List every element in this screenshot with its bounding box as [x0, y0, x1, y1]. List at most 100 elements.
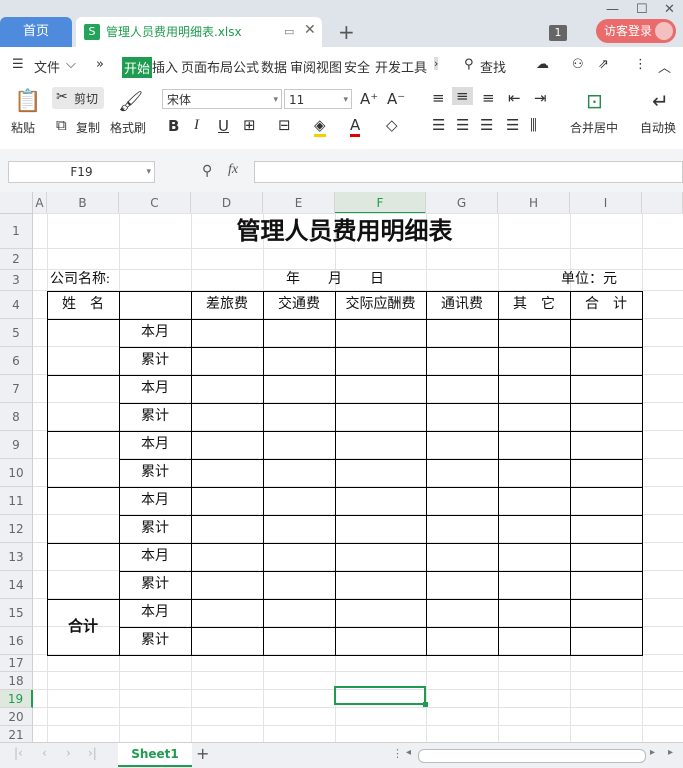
name-box[interactable]: F19 ▾ — [8, 161, 155, 183]
fx-icon[interactable]: fx — [228, 162, 238, 178]
menu-security[interactable]: 安全 — [344, 57, 370, 76]
cut-button[interactable]: ✂ 剪切 — [52, 87, 104, 109]
search-icon[interactable]: ⚲ — [464, 57, 474, 72]
row-header-20[interactable]: 20 — [0, 708, 33, 726]
row-header-17[interactable]: 17 — [0, 655, 33, 672]
fill-color-icon[interactable]: ◈ — [314, 116, 326, 137]
row-header-19[interactable]: 19 — [0, 690, 33, 708]
align-bottom-icon[interactable]: ≡ — [482, 89, 495, 107]
indent-increase-icon[interactable]: ⇥ — [534, 89, 547, 107]
merge-center-button[interactable]: 合并居中 — [570, 119, 618, 136]
eraser-icon[interactable]: ◇ — [386, 116, 398, 134]
column-header-i[interactable]: I — [570, 192, 642, 214]
align-middle-icon[interactable]: ≡ — [452, 87, 473, 105]
horizontal-scrollbar[interactable] — [418, 749, 646, 763]
select-all-corner[interactable] — [0, 192, 33, 214]
menu-formula[interactable]: 公式 — [233, 57, 259, 76]
copy-button[interactable]: 复制 — [76, 119, 100, 136]
menu-developer[interactable]: 开发工具 — [375, 57, 427, 76]
chevron-down-icon[interactable]: ⌵ — [66, 57, 76, 72]
row-header-15[interactable]: 15 — [0, 599, 33, 627]
user-icon[interactable]: ⚇ — [572, 57, 584, 72]
row-header-9[interactable]: 9 — [0, 431, 33, 459]
font-name-select[interactable]: 宋体 ▾ — [162, 89, 282, 109]
row-header-11[interactable]: 11 — [0, 487, 33, 515]
menu-page-layout[interactable]: 页面布局 — [181, 57, 233, 76]
scroll-right-icon[interactable]: ▸ — [650, 747, 655, 758]
format-painter-button[interactable]: 格式刷 — [110, 119, 146, 136]
font-shrink-icon[interactable]: A⁻ — [387, 90, 405, 108]
more-tabs-icon[interactable]: » — [96, 57, 104, 72]
row-header-1[interactable]: 1 — [0, 214, 33, 249]
row-header-7[interactable]: 7 — [0, 375, 33, 403]
first-sheet-icon[interactable]: |‹ — [14, 746, 23, 760]
bold-icon[interactable]: B — [168, 117, 179, 135]
scroll-right-icon[interactable]: › — [434, 57, 439, 70]
prev-sheet-icon[interactable]: ‹ — [42, 746, 47, 760]
zoom-search-icon[interactable]: ⚲ — [202, 163, 212, 179]
share-icon[interactable]: ⇗ — [598, 57, 609, 72]
column-header-d[interactable]: D — [191, 192, 263, 214]
column-header-g[interactable]: G — [426, 192, 498, 214]
font-size-select[interactable]: 11 ▾ — [284, 89, 352, 109]
menu-file[interactable]: 文件 — [34, 57, 60, 76]
font-grow-icon[interactable]: A⁺ — [360, 90, 378, 108]
align-top-icon[interactable]: ≡ — [432, 89, 445, 107]
paste-icon[interactable]: 📋 — [14, 89, 41, 114]
paste-button[interactable]: 粘贴 — [11, 119, 35, 136]
wrap-icon[interactable]: ↵ — [652, 89, 669, 113]
more-sheets-icon[interactable]: ⋮ — [392, 747, 403, 760]
row-header-5[interactable]: 5 — [0, 319, 33, 347]
hamburger-icon[interactable]: ☰ — [12, 57, 24, 72]
new-tab-button[interactable]: + — [338, 20, 355, 44]
cloud-icon[interactable]: ☁ — [536, 57, 549, 72]
merge-icon[interactable]: ⊡ — [586, 89, 603, 113]
pin-icon[interactable]: ▭ — [284, 25, 294, 38]
row-header-12[interactable]: 12 — [0, 515, 33, 543]
last-sheet-icon[interactable]: ›| — [88, 746, 97, 760]
row-header-13[interactable]: 13 — [0, 543, 33, 571]
align-right-icon[interactable]: ☰ — [480, 116, 493, 134]
align-center-icon[interactable]: ☰ — [456, 116, 469, 134]
menu-data[interactable]: 数据 — [261, 57, 287, 76]
fill-handle[interactable] — [423, 702, 428, 707]
login-button[interactable]: 访客登录 — [596, 19, 676, 43]
column-header-f[interactable]: F — [335, 192, 426, 214]
fill-pattern-icon[interactable]: ⊟ — [278, 116, 291, 134]
menu-review[interactable]: 审阅 — [290, 57, 316, 76]
formula-input[interactable] — [254, 161, 683, 183]
row-header-21[interactable]: 21 — [0, 726, 33, 742]
expand-scroll-icon[interactable]: ▸ — [668, 747, 673, 758]
row-header-14[interactable]: 14 — [0, 571, 33, 599]
row-header-18[interactable]: 18 — [0, 672, 33, 690]
auto-wrap-button[interactable]: 自动换 — [640, 119, 676, 136]
tab-home[interactable]: 首页 — [0, 17, 72, 47]
minimize-icon[interactable]: — — [606, 2, 619, 17]
close-window-icon[interactable]: ✕ — [664, 2, 675, 17]
column-header-e[interactable]: E — [263, 192, 335, 214]
row-header-10[interactable]: 10 — [0, 459, 33, 487]
column-header-a[interactable]: A — [33, 192, 47, 214]
font-color-icon[interactable]: A — [350, 116, 361, 137]
italic-icon[interactable]: I — [194, 117, 199, 134]
scroll-left-icon[interactable]: ◂ — [406, 747, 411, 758]
more-icon[interactable]: ⋮ — [634, 57, 647, 72]
distribute-icon[interactable]: ⫼ — [530, 116, 537, 134]
add-sheet-button[interactable]: + — [196, 744, 209, 763]
column-header-b[interactable]: B — [47, 192, 119, 214]
align-left-icon[interactable]: ☰ — [432, 116, 445, 134]
next-sheet-icon[interactable]: › — [66, 746, 71, 760]
active-cell-f19[interactable] — [334, 686, 426, 705]
window-count-badge[interactable]: 1 — [549, 25, 567, 41]
tab-document[interactable]: S 管理人员费用明细表.xlsx ▭ ✕ — [76, 17, 322, 47]
row-header-8[interactable]: 8 — [0, 403, 33, 431]
column-header-c[interactable]: C — [119, 192, 191, 214]
copy-icon[interactable]: ⧉ — [56, 116, 67, 134]
menu-insert[interactable]: 插入 — [152, 57, 178, 76]
column-header-h[interactable]: H — [498, 192, 570, 214]
row-header-3[interactable]: 3 — [0, 270, 33, 291]
menu-home[interactable]: 开始 — [122, 57, 153, 78]
close-tab-icon[interactable]: ✕ — [304, 22, 316, 38]
row-header-4[interactable]: 4 — [0, 291, 33, 319]
row-header-2[interactable]: 2 — [0, 249, 33, 270]
